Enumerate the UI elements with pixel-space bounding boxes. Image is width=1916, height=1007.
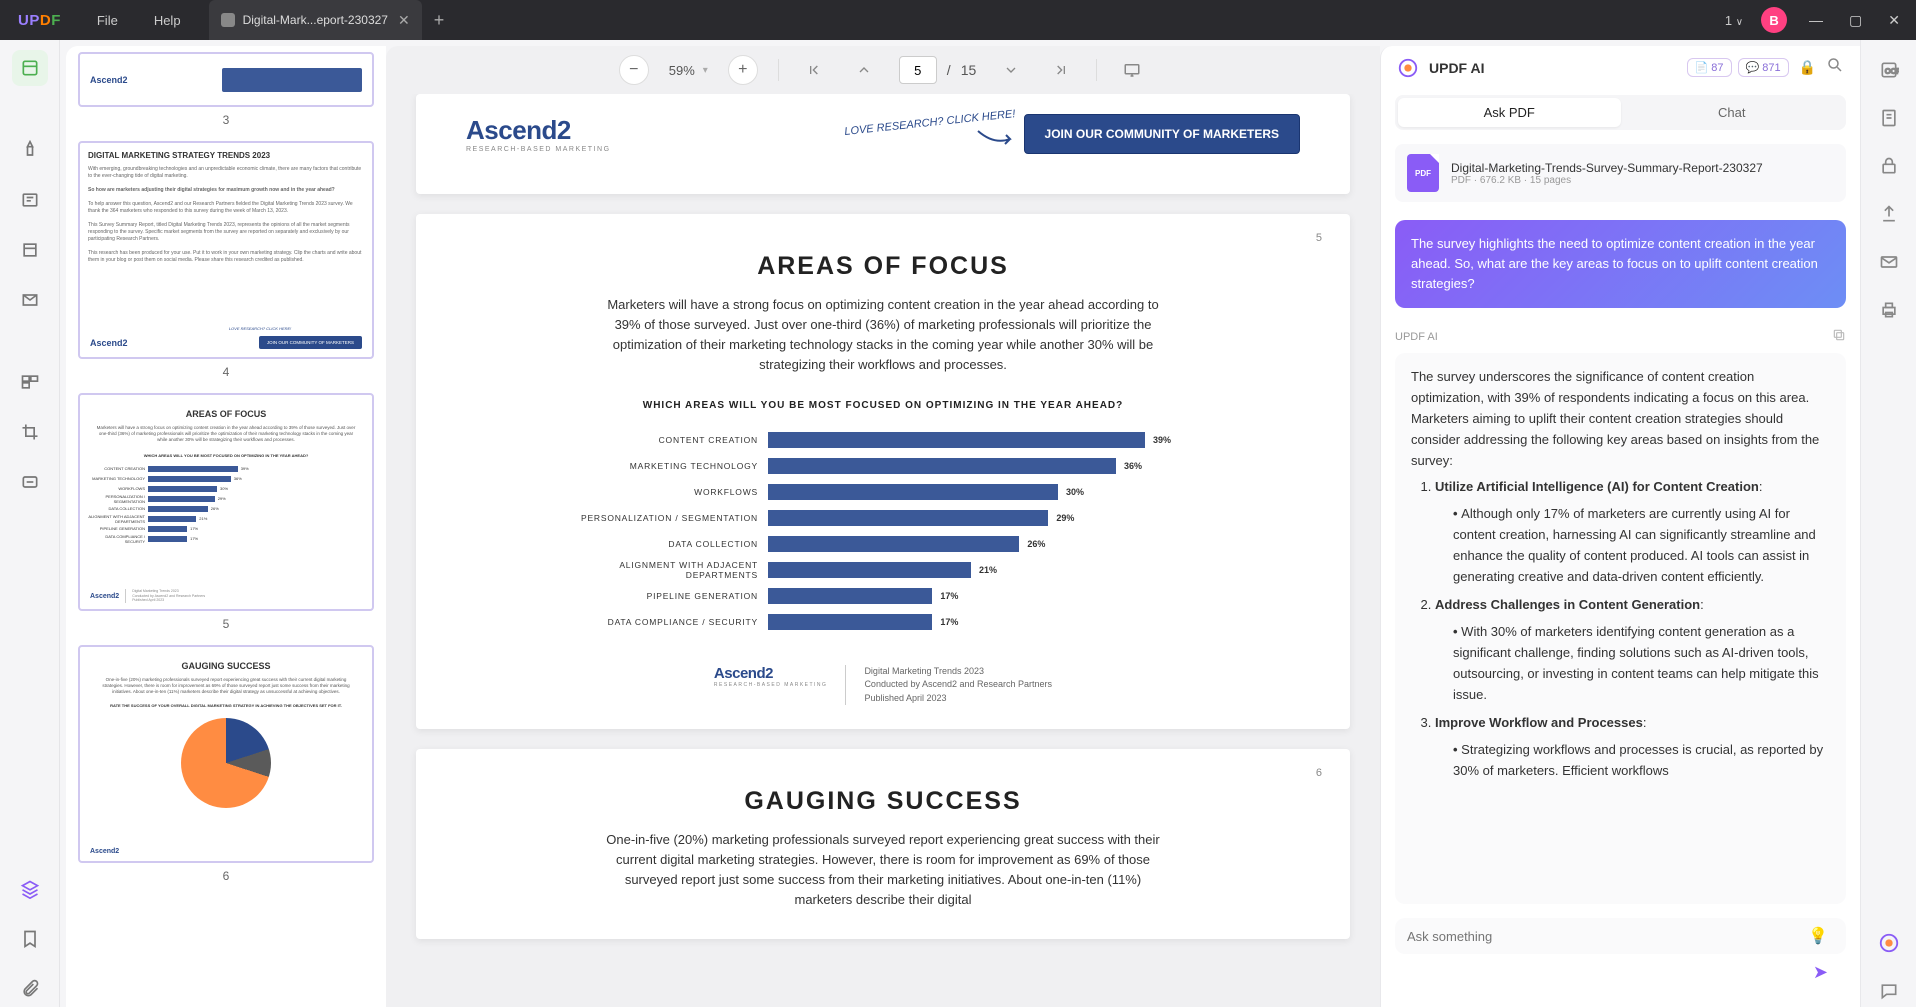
titlebar: UPDF File Help Digital-Mark...eport-2303… bbox=[0, 0, 1916, 40]
badge-docs: 📄87 bbox=[1687, 58, 1732, 77]
close-icon[interactable]: ✕ bbox=[398, 12, 410, 29]
updf-ai-icon bbox=[1397, 57, 1419, 79]
page-indicator: / 15 bbox=[899, 56, 976, 84]
pdf-icon: PDF bbox=[1407, 154, 1439, 192]
doc-count: 1 ∨ bbox=[1725, 13, 1743, 28]
left-tool-rail bbox=[0, 40, 60, 1007]
ai-panel: UPDF AI 📄87 💬871 🔒 Ask PDF Chat PDF Digi… bbox=[1380, 46, 1860, 1007]
page-body: One-in-five (20%) marketing professional… bbox=[603, 830, 1163, 911]
avatar[interactable]: B bbox=[1761, 7, 1787, 33]
email-icon[interactable] bbox=[1873, 246, 1905, 278]
add-tab-button[interactable]: + bbox=[434, 10, 445, 31]
thumb-num-5: 5 bbox=[78, 617, 374, 631]
share-icon[interactable] bbox=[1873, 198, 1905, 230]
minimize-icon[interactable]: — bbox=[1805, 8, 1827, 32]
thumbnail-page-5[interactable]: AREAS OF FOCUS Marketers will have a str… bbox=[78, 393, 374, 611]
form-icon[interactable] bbox=[12, 282, 48, 318]
thumb-num-3: 3 bbox=[78, 113, 374, 127]
thumbnail-page-4[interactable]: DIGITAL MARKETING STRATEGY TRENDS 2023 W… bbox=[78, 141, 374, 359]
chart-title: WHICH AREAS WILL YOU BE MOST FOCUSED ON … bbox=[466, 400, 1300, 411]
zoom-level[interactable]: 59%▾ bbox=[669, 63, 708, 78]
tab-ask-pdf[interactable]: Ask PDF bbox=[1398, 98, 1621, 127]
ai-input-row: 💡 bbox=[1395, 918, 1846, 954]
search-icon[interactable] bbox=[1826, 56, 1844, 79]
tab-chat[interactable]: Chat bbox=[1621, 98, 1844, 127]
bar-chart: CONTENT CREATION39%MARKETING TECHNOLOGY3… bbox=[563, 427, 1203, 635]
redact-icon[interactable] bbox=[12, 464, 48, 500]
app-logo: UPDF bbox=[0, 12, 79, 29]
thumbnail-page-3[interactable]: Ascend2 bbox=[78, 52, 374, 107]
menu-file[interactable]: File bbox=[79, 13, 136, 28]
compress-icon[interactable] bbox=[1873, 102, 1905, 134]
thumbnail-page-6[interactable]: GAUGING SUCCESS One-in-five (20%) market… bbox=[78, 645, 374, 863]
page-4-tail: Ascend2 RESEARCH-BASED MARKETING LOVE RE… bbox=[416, 94, 1350, 194]
ai-tabs: Ask PDF Chat bbox=[1395, 95, 1846, 130]
bookmark-icon[interactable] bbox=[12, 921, 48, 957]
file-icon bbox=[221, 13, 235, 27]
protect-icon[interactable] bbox=[1873, 150, 1905, 182]
highlighter-icon[interactable] bbox=[12, 132, 48, 168]
viewer-toolbar: − 59%▾ + / 15 bbox=[386, 46, 1380, 94]
print-icon[interactable] bbox=[1873, 294, 1905, 326]
page-title: AREAS OF FOCUS bbox=[466, 252, 1300, 281]
badge-chats: 💬871 bbox=[1738, 58, 1789, 77]
close-window-icon[interactable]: ✕ bbox=[1884, 8, 1904, 33]
zoom-out-button[interactable]: − bbox=[619, 55, 649, 85]
svg-text:OCR: OCR bbox=[1884, 66, 1898, 75]
copy-icon[interactable] bbox=[1832, 328, 1846, 345]
page-footer: Ascend2 RESEARCH-BASED MARKETING Digital… bbox=[466, 657, 1300, 706]
right-tool-rail: OCR bbox=[1860, 40, 1916, 1007]
annotate-icon[interactable] bbox=[12, 182, 48, 218]
thumb-num-6: 6 bbox=[78, 869, 374, 883]
layers-icon[interactable] bbox=[12, 871, 48, 907]
ocr-icon[interactable]: OCR bbox=[1873, 54, 1905, 86]
viewer: − 59%▾ + / 15 Ascend2 RESEARCH-B bbox=[386, 46, 1380, 1007]
last-page-button[interactable] bbox=[1046, 55, 1076, 85]
thumbnails-tool-icon[interactable] bbox=[12, 50, 48, 86]
comment-icon[interactable] bbox=[1873, 975, 1905, 1007]
tab-title: Digital-Mark...eport-230327 bbox=[243, 13, 388, 27]
arrow-icon bbox=[976, 129, 1016, 151]
bulb-icon[interactable]: 💡 bbox=[1808, 926, 1828, 946]
ai-title: UPDF AI bbox=[1429, 60, 1677, 76]
page-5: 5 AREAS OF FOCUS Marketers will have a s… bbox=[416, 214, 1350, 729]
organize-icon[interactable] bbox=[12, 364, 48, 400]
thumbnails-panel: Ascend2 3 DIGITAL MARKETING STRATEGY TRE… bbox=[66, 46, 386, 1007]
page-body: Marketers will have a strong focus on op… bbox=[603, 295, 1163, 376]
zoom-in-button[interactable]: + bbox=[728, 55, 758, 85]
ai-input[interactable] bbox=[1407, 929, 1808, 944]
crop-icon[interactable] bbox=[12, 414, 48, 450]
edit-icon[interactable] bbox=[12, 232, 48, 268]
ai-document[interactable]: PDF Digital-Marketing-Trends-Survey-Summ… bbox=[1395, 144, 1846, 202]
ai-source: UPDF AI bbox=[1395, 328, 1846, 345]
attachment-icon[interactable] bbox=[12, 971, 48, 1007]
ascend-logo: Ascend2 bbox=[466, 115, 611, 146]
presentation-icon[interactable] bbox=[1117, 55, 1147, 85]
send-button[interactable]: ➤ bbox=[1813, 962, 1828, 983]
user-message: The survey highlights the need to optimi… bbox=[1395, 220, 1846, 308]
ai-chat-icon[interactable] bbox=[1873, 927, 1905, 959]
maximize-icon[interactable]: ▢ bbox=[1845, 8, 1866, 33]
first-page-button[interactable] bbox=[799, 55, 829, 85]
page-input[interactable] bbox=[899, 56, 937, 84]
lock-icon[interactable]: 🔒 bbox=[1799, 59, 1816, 76]
document-tab[interactable]: Digital-Mark...eport-230327 ✕ bbox=[209, 0, 422, 40]
ai-response: The survey underscores the significance … bbox=[1395, 353, 1846, 904]
menu-help[interactable]: Help bbox=[136, 13, 199, 28]
page-title: GAUGING SUCCESS bbox=[466, 787, 1300, 816]
join-community-button[interactable]: JOIN OUR COMMUNITY OF MARKETERS bbox=[1024, 114, 1300, 154]
thumb-num-4: 4 bbox=[78, 365, 374, 379]
prev-page-button[interactable] bbox=[849, 55, 879, 85]
next-page-button[interactable] bbox=[996, 55, 1026, 85]
page-6: 6 GAUGING SUCCESS One-in-five (20%) mark… bbox=[416, 749, 1350, 939]
